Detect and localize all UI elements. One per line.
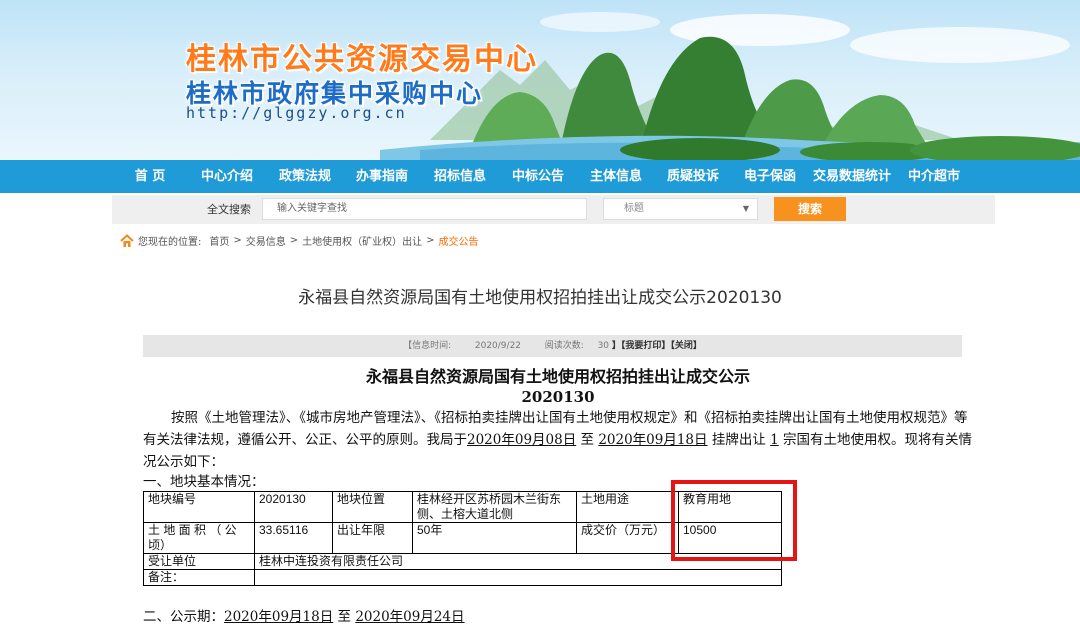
breadcrumb-home[interactable]: 首页 (209, 233, 229, 248)
table-cell: 土地用途 (576, 491, 679, 523)
search-label: 全文搜索 (207, 203, 251, 216)
breadcrumb-trade-info[interactable]: 交易信息 (246, 233, 286, 248)
page-title: 永福县自然资源局国有土地使用权招拍挂出让成交公示2020130 (298, 288, 782, 308)
table-cell: 受让单位 (143, 553, 255, 570)
nav-item-policy[interactable]: 政策法规 (275, 160, 335, 193)
home-icon (120, 233, 134, 247)
info-views-value: 30 (597, 341, 610, 351)
table-cell: 桂林经开区苏桥园木兰街东侧、土榕大道北侧 (412, 491, 577, 523)
breadcrumb-land-transfer[interactable]: 土地使用权（矿业权）出让 (302, 233, 422, 248)
search-button[interactable]: 搜索 (774, 197, 846, 221)
article-body: 永福县自然资源局国有土地使用权招拍挂出让成交公示 2020130 按照《土地管理… (143, 366, 973, 491)
nav-item-complaints[interactable]: 质疑投诉 (663, 160, 723, 193)
period-end-date: 2020年09月24日 (355, 609, 465, 625)
nav-item-about[interactable]: 中心介绍 (197, 160, 257, 193)
search-field-select-value: 标题 (624, 203, 644, 214)
article-text: 挂牌出让 (707, 432, 771, 448)
table-row: 备注： (143, 569, 782, 586)
listing-end-date: 2020年09月18日 (598, 432, 708, 448)
period-separator: 至 (333, 609, 356, 625)
site-banner: 桂林市公共资源交易中心 桂林市政府集中采购中心 http://glggzy.or… (0, 0, 1080, 160)
search-bar: 全文搜索 输入关键字查找 标题 ▼ 搜索 (112, 195, 995, 224)
nav-item-guide[interactable]: 办事指南 (352, 160, 412, 193)
nav-item-entity-info[interactable]: 主体信息 (586, 160, 646, 193)
table-cell: 2020130 (254, 491, 333, 523)
nav-item-home[interactable]: 首 页 (128, 160, 172, 193)
nav-item-e-guarantee[interactable]: 电子保函 (740, 160, 800, 193)
nav-item-agency-market[interactable]: 中介超市 (904, 160, 964, 193)
breadcrumb: 您现在的位置: 首页 > 交易信息 > 土地使用权（矿业权）出让 > 成交公告 (120, 233, 479, 248)
karst-landscape-image (380, 12, 1080, 160)
info-bar: 【信息时间: 2020/9/22 阅读次数: 30 】【我要打印】【关闭】 (143, 335, 962, 357)
table-cell: 备注： (143, 569, 255, 586)
table-cell: 出让年限 (332, 522, 413, 554)
info-time-label: 【信息时间: (403, 341, 452, 351)
search-field-select[interactable]: 标题 ▼ (603, 198, 758, 220)
nav-item-award-notice[interactable]: 中标公告 (508, 160, 568, 193)
nav-item-statistics[interactable]: 交易数据统计 (811, 160, 893, 193)
article-heading-number: 2020130 (521, 388, 595, 406)
table-cell: 土 地 面 积 （ 公 顷） (143, 522, 255, 554)
article-text: 至 (576, 432, 599, 448)
article-paragraph: 按照《土地管理法》、《城市房地产管理法》、《招标拍卖挂牌出让国有土地使用权规定》… (143, 407, 973, 473)
table-cell: 地块位置 (332, 491, 413, 523)
info-views-label: 阅读次数: (544, 341, 584, 351)
period-start-date: 2020年09月18日 (224, 609, 334, 625)
breadcrumb-separator: > (289, 235, 299, 246)
parcel-count: 1 (770, 432, 779, 448)
table-cell: 成交价（万元） (576, 522, 679, 554)
info-time-value: 2020/9/22 (474, 341, 522, 351)
table-cell (254, 569, 782, 586)
period-label: 二、公示期： (143, 609, 224, 625)
breadcrumb-current[interactable]: 成交公告 (439, 233, 479, 248)
chevron-down-icon: ▼ (742, 204, 749, 213)
publicity-period: 二、公示期：2020年09月18日 至 2020年09月24日 (143, 605, 465, 625)
section-heading-1: 一、地块基本情况： (143, 474, 265, 490)
print-close-links[interactable]: 】【我要打印】【关闭】 (612, 341, 702, 351)
main-nav: 首 页 中心介绍 政策法规 办事指南 招标信息 中标公告 主体信息 质疑投诉 电… (0, 160, 1080, 193)
listing-start-date: 2020年09月08日 (467, 432, 577, 448)
site-url: http://glggzy.org.cn (186, 104, 407, 122)
table-cell: 33.65116 (254, 522, 333, 554)
highlight-annotation-box (671, 480, 797, 561)
breadcrumb-prefix: 您现在的位置: (138, 237, 202, 248)
search-input[interactable]: 输入关键字查找 (262, 198, 587, 220)
table-cell: 地块编号 (143, 491, 255, 523)
table-cell: 50年 (412, 522, 577, 554)
breadcrumb-separator: > (233, 235, 242, 246)
breadcrumb-separator: > (426, 235, 435, 246)
nav-item-tender-info[interactable]: 招标信息 (430, 160, 490, 193)
site-title-main: 桂林市公共资源交易中心 (186, 42, 538, 77)
article-heading: 永福县自然资源局国有土地使用权招拍挂出让成交公示 (365, 367, 750, 386)
